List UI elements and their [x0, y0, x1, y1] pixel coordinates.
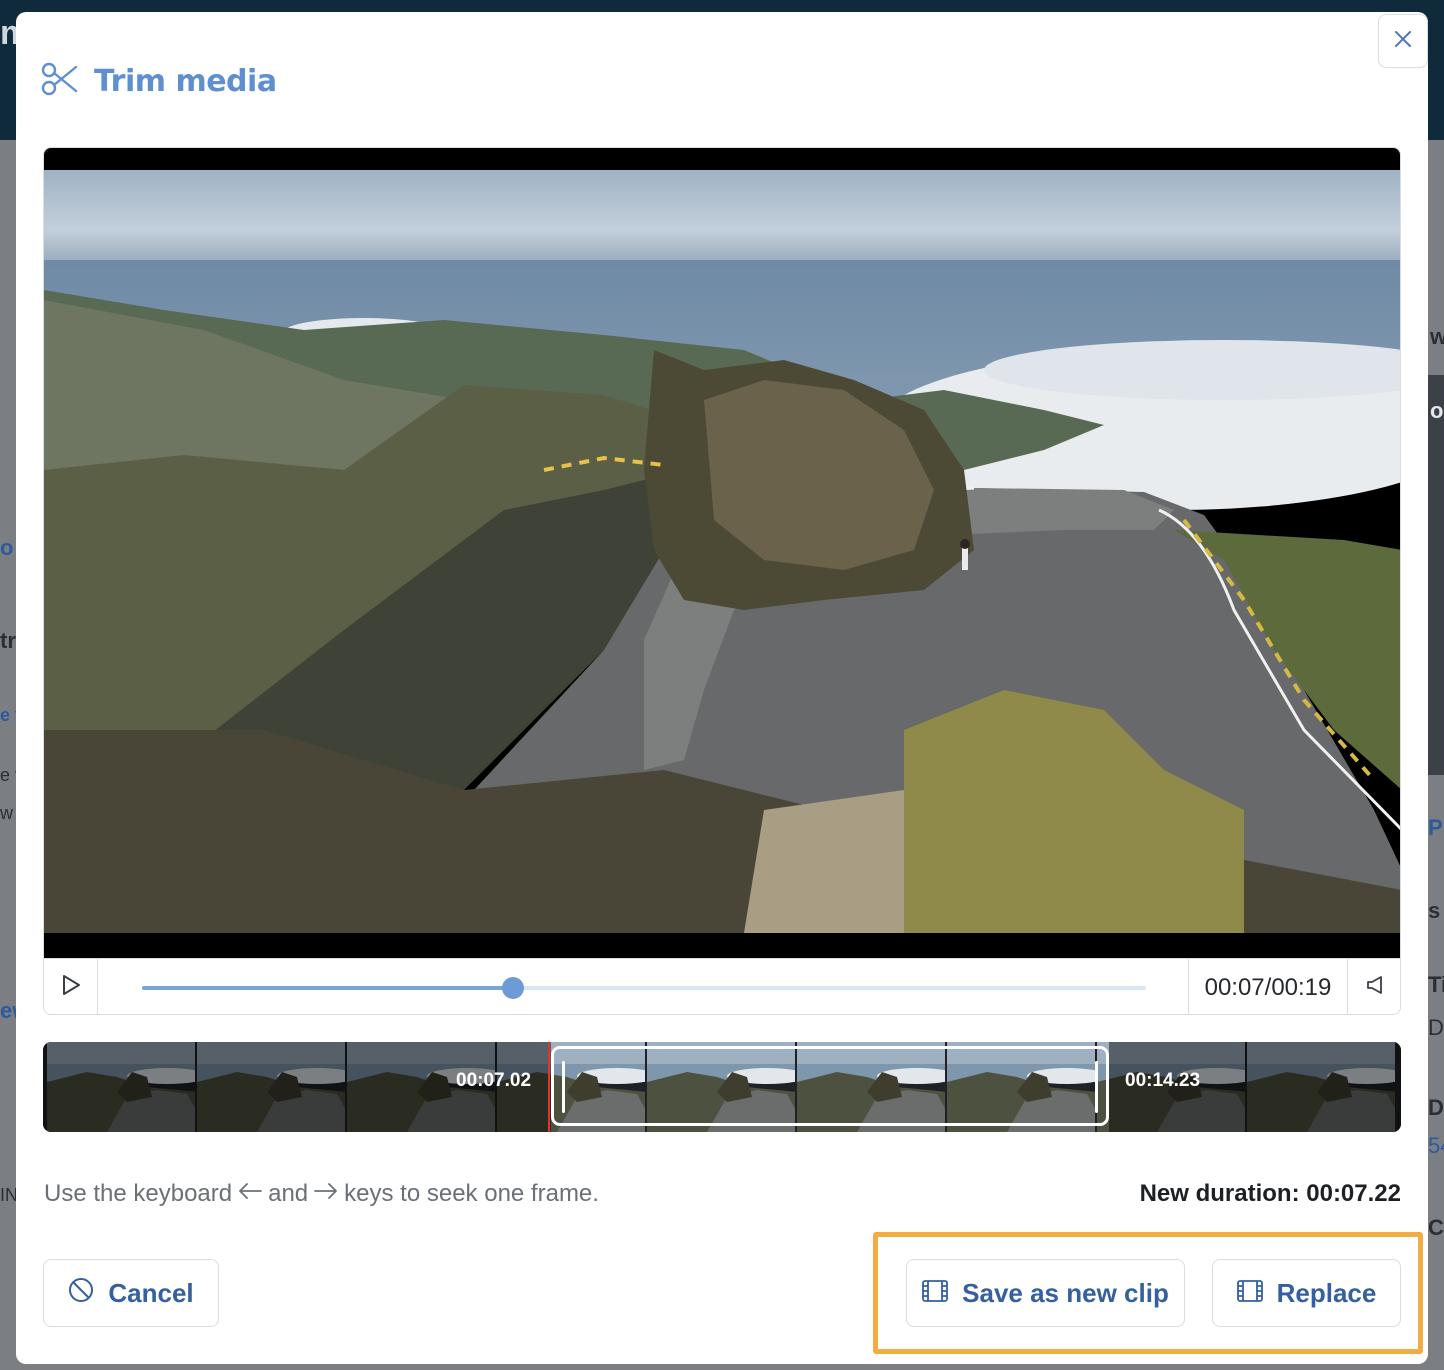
player-controls: 00:07/00:19 [44, 958, 1400, 1014]
trim-start-time: 00:07.02 [456, 1070, 532, 1091]
keyboard-hint: Use the keyboard and keys to seek one fr… [44, 1180, 599, 1208]
video-viewport[interactable] [44, 148, 1400, 958]
background-text: D [1428, 1095, 1444, 1120]
play-button[interactable] [44, 959, 98, 1014]
new-duration: New duration: 00:07.22 [1139, 1180, 1401, 1207]
replace-button-label: Replace [1276, 1277, 1377, 1308]
close-icon [1393, 29, 1413, 54]
cancel-button-label: Cancel [108, 1277, 194, 1308]
background-image-strip [1428, 375, 1444, 775]
background-text: De [1428, 1015, 1444, 1040]
seek-progress [142, 986, 514, 990]
time-display: 00:07/00:19 [1188, 959, 1348, 1014]
volume-icon [1364, 974, 1386, 1001]
filmstrip-thumbnail [197, 1042, 347, 1132]
background-text: o [0, 535, 14, 560]
filmstrip-thumbnail [1247, 1042, 1397, 1132]
background-text: 54 [1428, 1133, 1444, 1158]
trim-end-handle[interactable] [1095, 1061, 1099, 1113]
hint-text-end: keys to seek one frame. [344, 1180, 599, 1207]
trim-filmstrip[interactable]: 00:07.02 00:14.23 [43, 1042, 1401, 1132]
cancel-button[interactable]: Cancel [43, 1259, 219, 1327]
background-text: Pr [1428, 815, 1444, 840]
play-icon [60, 973, 82, 1002]
trim-media-dialog: Trim media 00:07/00:19 00:07.02 00:14.23… [16, 12, 1428, 1364]
film-icon [1236, 1278, 1263, 1309]
film-icon [922, 1278, 949, 1309]
background-text: w [1430, 324, 1444, 349]
arrow-left-icon [236, 1180, 264, 1208]
hint-text-start: Use the keyboard [44, 1180, 233, 1207]
trim-start-handle[interactable] [561, 1061, 565, 1113]
hint-text-and: and [268, 1180, 309, 1207]
save-as-new-clip-button[interactable]: Save as new clip [906, 1259, 1185, 1327]
seek-thumb[interactable] [502, 977, 525, 999]
video-player: 00:07/00:19 [43, 147, 1401, 1015]
filmstrip-thumbnail [47, 1042, 197, 1132]
seek-slider[interactable] [142, 976, 1146, 1000]
background-text: Cr [1428, 1215, 1444, 1240]
volume-button[interactable] [1348, 959, 1400, 1014]
trim-end-time: 00:14.23 [1125, 1070, 1201, 1091]
arrow-right-icon [312, 1180, 340, 1208]
replace-button[interactable]: Replace [1212, 1259, 1401, 1327]
background-text: tr [0, 628, 16, 653]
video-frame [44, 170, 1400, 933]
cancel-icon [68, 1277, 94, 1310]
background-text: w [0, 803, 13, 823]
trim-range-selection[interactable] [550, 1046, 1110, 1126]
close-button[interactable] [1378, 14, 1428, 68]
save-as-new-clip-label: Save as new clip [962, 1277, 1169, 1308]
dialog-header: Trim media [40, 56, 277, 106]
filmstrip-playhead[interactable] [548, 1042, 551, 1132]
background-text: s [1428, 898, 1441, 923]
background-text: Ti [1428, 972, 1444, 997]
background-text: o [1430, 398, 1444, 423]
scissors-icon [40, 59, 80, 104]
dialog-title: Trim media [94, 63, 277, 99]
